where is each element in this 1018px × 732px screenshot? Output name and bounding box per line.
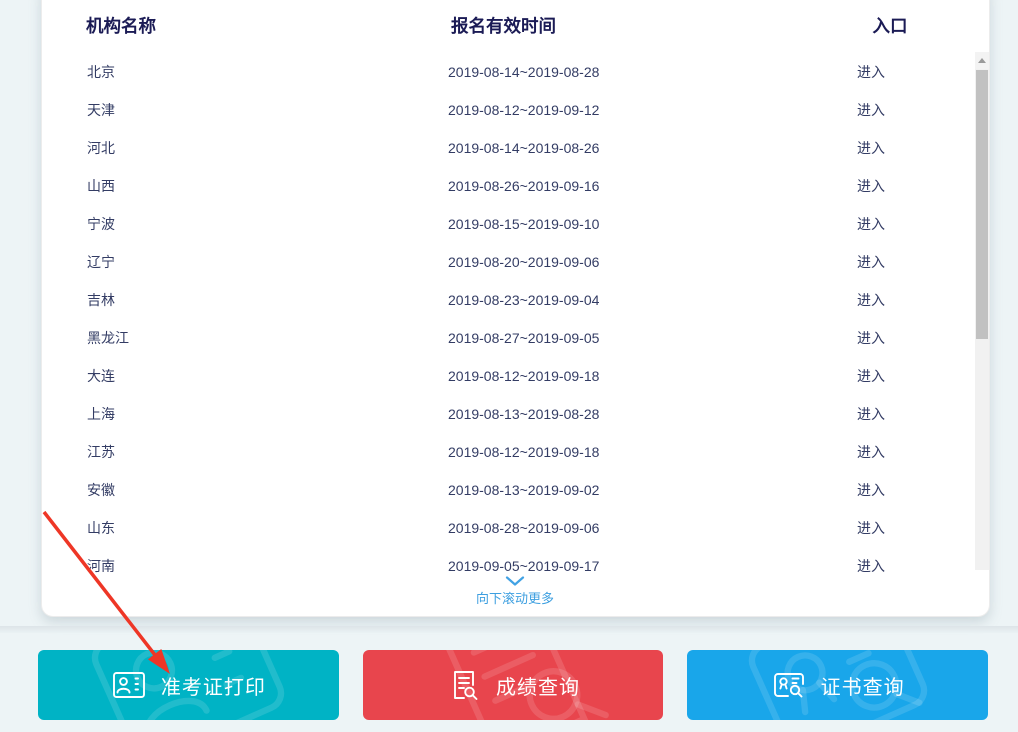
- institution-name: 上海: [87, 395, 115, 433]
- chevron-down-icon: [505, 576, 525, 586]
- column-header-valid-time: 报名有效时间: [451, 13, 556, 38]
- certificate-query-label: 证书查询: [821, 671, 905, 700]
- institution-name: 大连: [87, 357, 115, 395]
- score-query-button[interactable]: 成绩查询: [363, 650, 664, 720]
- institution-name: 河北: [87, 129, 115, 167]
- table-row: 安徽 2019-08-13~2019-09-02 进入: [42, 471, 975, 509]
- table-row: 山西 2019-08-26~2019-09-16 进入: [42, 167, 975, 205]
- entry-link[interactable]: 进入: [841, 547, 901, 585]
- admit-card-print-button[interactable]: 准考证打印: [38, 650, 339, 720]
- exam-registration-page: 机构名称 报名有效时间 入口 北京 2019-08-14~2019-08-28 …: [0, 0, 1018, 732]
- institution-name: 北京: [87, 53, 115, 91]
- entry-link[interactable]: 进入: [841, 319, 901, 357]
- table-row: 江苏 2019-08-12~2019-09-18 进入: [42, 433, 975, 471]
- score-query-label: 成绩查询: [496, 671, 580, 700]
- valid-time-range: 2019-08-28~2019-09-06: [448, 509, 599, 547]
- action-buttons-row: 准考证打印 成绩查询: [38, 650, 988, 720]
- valid-time-range: 2019-08-27~2019-09-05: [448, 319, 599, 357]
- valid-time-range: 2019-08-12~2019-09-18: [448, 357, 599, 395]
- admit-card-icon: [111, 667, 147, 703]
- institution-name: 天津: [87, 91, 115, 129]
- valid-time-range: 2019-08-15~2019-09-10: [448, 205, 599, 243]
- valid-time-range: 2019-08-13~2019-09-02: [448, 471, 599, 509]
- column-header-institution: 机构名称: [86, 13, 156, 38]
- table-scrollbar[interactable]: [975, 52, 989, 570]
- entry-link[interactable]: 进入: [841, 129, 901, 167]
- column-header-entry: 入口: [860, 13, 920, 38]
- entry-link[interactable]: 进入: [841, 91, 901, 129]
- entry-link[interactable]: 进入: [841, 167, 901, 205]
- entry-link[interactable]: 进入: [841, 433, 901, 471]
- section-divider: [0, 626, 1018, 633]
- institution-name: 江苏: [87, 433, 115, 471]
- valid-time-range: 2019-08-26~2019-09-16: [448, 167, 599, 205]
- institution-name: 宁波: [87, 205, 115, 243]
- table-row: 河北 2019-08-14~2019-08-26 进入: [42, 129, 975, 167]
- institution-name: 山东: [87, 509, 115, 547]
- table-row: 山东 2019-08-28~2019-09-06 进入: [42, 509, 975, 547]
- valid-time-range: 2019-08-23~2019-09-04: [448, 281, 599, 319]
- table-body: 北京 2019-08-14~2019-08-28 进入 天津 2019-08-1…: [42, 53, 975, 585]
- table-header-row: 机构名称 报名有效时间 入口: [42, 13, 989, 35]
- scrollbar-thumb[interactable]: [976, 70, 988, 339]
- admit-card-print-label: 准考证打印: [161, 671, 266, 700]
- valid-time-range: 2019-08-12~2019-09-12: [448, 91, 599, 129]
- valid-time-range: 2019-08-12~2019-09-18: [448, 433, 599, 471]
- valid-time-range: 2019-08-14~2019-08-28: [448, 53, 599, 91]
- scrollbar-up-button[interactable]: [975, 52, 989, 69]
- entry-link[interactable]: 进入: [841, 395, 901, 433]
- institution-name: 河南: [87, 547, 115, 585]
- table-row: 天津 2019-08-12~2019-09-12 进入: [42, 91, 975, 129]
- entry-link[interactable]: 进入: [841, 53, 901, 91]
- scroll-more-hint: 向下滚动更多: [415, 576, 615, 607]
- entry-link[interactable]: 进入: [841, 281, 901, 319]
- valid-time-range: 2019-08-20~2019-09-06: [448, 243, 599, 281]
- institution-name: 安徽: [87, 471, 115, 509]
- entry-link[interactable]: 进入: [841, 509, 901, 547]
- institution-name: 黑龙江: [87, 319, 129, 357]
- valid-time-range: 2019-08-13~2019-08-28: [448, 395, 599, 433]
- scroll-more-label: 向下滚动更多: [415, 588, 615, 607]
- institution-name: 山西: [87, 167, 115, 205]
- institution-name: 辽宁: [87, 243, 115, 281]
- triangle-up-icon: [978, 58, 986, 63]
- score-search-icon: [446, 667, 482, 703]
- table-row: 北京 2019-08-14~2019-08-28 进入: [42, 53, 975, 91]
- entry-link[interactable]: 进入: [841, 243, 901, 281]
- table-row: 宁波 2019-08-15~2019-09-10 进入: [42, 205, 975, 243]
- table-row: 吉林 2019-08-23~2019-09-04 进入: [42, 281, 975, 319]
- entry-link[interactable]: 进入: [841, 471, 901, 509]
- entry-link[interactable]: 进入: [841, 205, 901, 243]
- table-row: 大连 2019-08-12~2019-09-18 进入: [42, 357, 975, 395]
- certificate-query-button[interactable]: 证书查询: [687, 650, 988, 720]
- table-row: 辽宁 2019-08-20~2019-09-06 进入: [42, 243, 975, 281]
- valid-time-range: 2019-08-14~2019-08-26: [448, 129, 599, 167]
- table-row: 黑龙江 2019-08-27~2019-09-05 进入: [42, 319, 975, 357]
- registration-table-card: 机构名称 报名有效时间 入口 北京 2019-08-14~2019-08-28 …: [41, 0, 990, 617]
- certificate-search-icon: [771, 667, 807, 703]
- entry-link[interactable]: 进入: [841, 357, 901, 395]
- table-row: 上海 2019-08-13~2019-08-28 进入: [42, 395, 975, 433]
- institution-name: 吉林: [87, 281, 115, 319]
